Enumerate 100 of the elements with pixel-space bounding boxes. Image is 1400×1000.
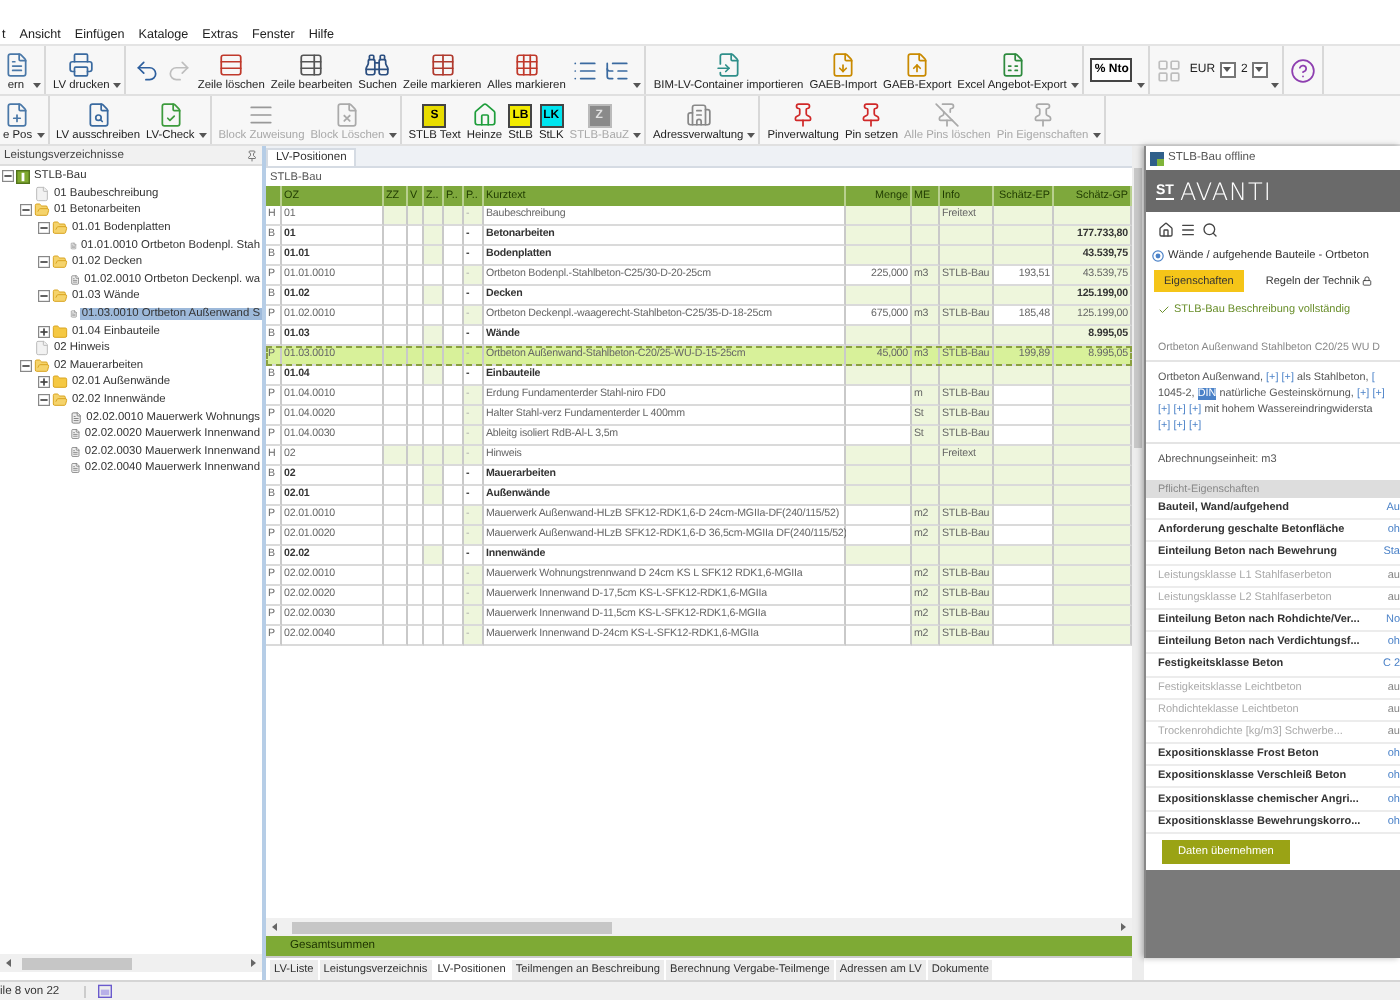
table-cell — [994, 606, 1054, 626]
table-cell — [384, 366, 408, 386]
table-cell — [912, 446, 940, 466]
table-cell — [384, 306, 408, 326]
table-cell — [846, 326, 912, 346]
table-cell — [940, 326, 994, 346]
table-cell — [384, 526, 408, 546]
scroll-left-icon[interactable] — [4, 958, 14, 968]
pin-icon — [858, 102, 885, 128]
table-cell — [1054, 506, 1132, 526]
expand-toggle-icon[interactable] — [38, 325, 50, 338]
table-cell — [444, 246, 464, 266]
dropdown-arrow-icon[interactable] — [1269, 80, 1280, 90]
table-cell — [444, 406, 464, 426]
dropdown-arrow-icon[interactable] — [1069, 80, 1080, 90]
table-cell — [444, 586, 464, 606]
home-button[interactable] — [1158, 222, 1174, 238]
table-cell — [424, 206, 444, 226]
file-download-icon — [830, 52, 857, 78]
search-icon — [1202, 222, 1218, 238]
file-upload-icon — [904, 52, 931, 78]
printer-icon — [68, 52, 95, 78]
table-cell — [384, 586, 408, 606]
table-cell — [846, 546, 912, 566]
dropdown-arrow-icon[interactable] — [35, 130, 46, 140]
table-cell — [384, 386, 408, 406]
dropdown-arrow-icon[interactable] — [632, 130, 642, 140]
collapse-toggle-icon[interactable] — [38, 256, 50, 269]
table-cell — [444, 546, 464, 566]
table-cell — [994, 566, 1054, 586]
undo-icon — [133, 57, 160, 83]
file-delete-icon — [334, 102, 361, 128]
table-cell — [912, 486, 940, 506]
menu-button[interactable] — [1180, 222, 1196, 238]
table-cell — [912, 366, 940, 386]
collapse-toggle-icon[interactable] — [38, 290, 50, 303]
caret-icon[interactable] — [1254, 64, 1265, 74]
collapse-toggle-icon[interactable] — [38, 394, 50, 407]
table-cell — [444, 266, 464, 286]
table-cell — [424, 246, 444, 266]
table-cell — [1054, 206, 1132, 226]
table-cell — [994, 426, 1054, 446]
collapse-toggle-icon[interactable] — [38, 222, 50, 235]
table-cell — [1054, 486, 1132, 506]
caret-icon[interactable] — [1222, 64, 1233, 74]
app-icon — [1150, 151, 1164, 165]
table-cell — [846, 446, 912, 466]
table-cell — [384, 546, 408, 566]
table-cell — [912, 546, 940, 566]
table-cell — [1054, 566, 1132, 586]
table-cell — [1054, 446, 1132, 466]
horizontal-scrollbar[interactable] — [0, 954, 262, 972]
table-cell — [384, 286, 408, 306]
vertical-scrollbar[interactable] — [1132, 146, 1144, 980]
list-tree-icon — [603, 57, 630, 83]
grid-icon — [1156, 57, 1183, 83]
dropdown-arrow-icon[interactable] — [1135, 80, 1146, 90]
collapse-toggle-icon[interactable] — [20, 359, 32, 372]
table-cell — [424, 306, 444, 326]
table-cell — [1054, 406, 1132, 426]
pin-icon[interactable] — [246, 149, 258, 161]
scroll-right-icon[interactable] — [1118, 922, 1128, 932]
table-cell — [444, 326, 464, 346]
table-cell — [846, 366, 912, 386]
scroll-right-icon[interactable] — [248, 958, 258, 968]
table-cell — [384, 246, 408, 266]
collapse-toggle-icon[interactable] — [20, 204, 32, 217]
table-icon — [429, 52, 456, 78]
table-cell — [444, 466, 464, 486]
folder-open-icon — [52, 392, 68, 409]
table-cell — [384, 426, 408, 446]
folder-icon — [52, 374, 68, 391]
dropdown-arrow-icon[interactable] — [112, 80, 123, 90]
expand-toggle-icon[interactable] — [38, 376, 50, 389]
table-cell — [994, 386, 1054, 406]
horizontal-scrollbar[interactable] — [266, 918, 1132, 936]
pin-icon — [1029, 102, 1056, 128]
house-icon — [471, 102, 498, 128]
dropdown-arrow-icon[interactable] — [387, 130, 398, 140]
document-icon — [70, 306, 78, 323]
table-cell — [1054, 366, 1132, 386]
collapse-toggle-icon[interactable] — [2, 170, 14, 183]
scroll-left-icon[interactable] — [270, 922, 280, 932]
table-cell — [846, 526, 912, 546]
table-cell — [940, 486, 994, 506]
dropdown-arrow-icon[interactable] — [746, 130, 757, 140]
table-cell — [444, 606, 464, 626]
search-button[interactable] — [1202, 222, 1218, 238]
table-cell — [384, 466, 408, 486]
table-cell — [994, 626, 1054, 646]
table-cell — [994, 446, 1054, 466]
dropdown-arrow-icon[interactable] — [32, 80, 42, 90]
table-cell — [444, 286, 464, 306]
dropdown-arrow-icon[interactable] — [632, 80, 643, 90]
table-cell — [424, 386, 444, 406]
dropdown-arrow-icon[interactable] — [1091, 130, 1102, 140]
dropdown-arrow-icon[interactable] — [197, 130, 208, 140]
rows-icon — [218, 52, 245, 78]
page-icon — [34, 340, 50, 357]
table-cell — [444, 506, 464, 526]
